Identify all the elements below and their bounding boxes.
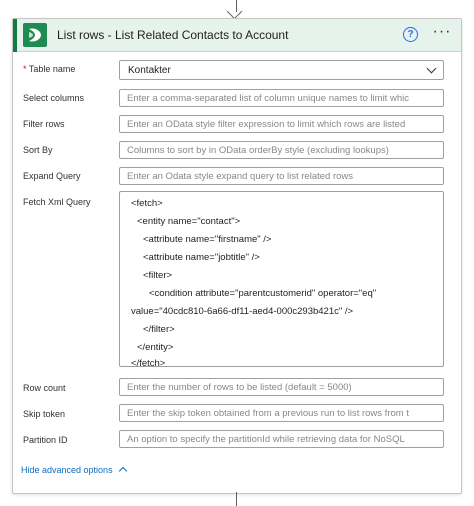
- table-name-label-text: Table name: [28, 64, 76, 74]
- row-count-label: Row count: [23, 383, 66, 393]
- expand-query-label: Expand Query: [23, 171, 81, 181]
- sort-by-label: Sort By: [23, 145, 53, 155]
- fetch-xml-line: <fetch>: [131, 198, 163, 209]
- chevron-down-icon: [426, 63, 437, 74]
- fetch-xml-line: <attribute name="jobtitle" />: [143, 252, 260, 263]
- hide-advanced-options-link[interactable]: Hide advanced options: [21, 465, 113, 475]
- table-name-value: Kontakter: [128, 65, 171, 76]
- dataverse-icon: [23, 23, 47, 47]
- more-options-icon[interactable]: ···: [431, 24, 453, 44]
- arrow-down-icon: [226, 3, 243, 20]
- help-icon[interactable]: ?: [403, 27, 418, 42]
- header-accent-bar: [13, 19, 17, 52]
- fetch-xml-line: <attribute name="firstname" />: [143, 234, 272, 245]
- partition-id-placeholder: An option to specify the partitionId whi…: [127, 434, 405, 445]
- select-columns-label: Select columns: [23, 93, 85, 103]
- expand-query-placeholder: Enter an Odata style expand query to lis…: [127, 171, 354, 182]
- table-name-label: * Table name: [23, 64, 75, 74]
- filter-rows-label: Filter rows: [23, 119, 65, 129]
- skip-token-input[interactable]: Enter the skip token obtained from a pre…: [119, 404, 444, 422]
- action-title: List rows - List Related Contacts to Acc…: [57, 28, 289, 42]
- fetch-xml-line: <condition attribute="parentcustomerid" …: [149, 288, 377, 299]
- row-count-input[interactable]: Enter the number of rows to be listed (d…: [119, 378, 444, 396]
- table-name-dropdown[interactable]: Kontakter: [119, 60, 444, 80]
- select-columns-placeholder: Enter a comma-separated list of column u…: [127, 93, 409, 104]
- flow-connector-bottom: [236, 492, 237, 506]
- action-header[interactable]: List rows - List Related Contacts to Acc…: [13, 19, 461, 52]
- row-count-placeholder: Enter the number of rows to be listed (d…: [127, 382, 352, 393]
- fetch-xml-line: </entity>: [137, 342, 174, 353]
- expand-query-input[interactable]: Enter an Odata style expand query to lis…: [119, 167, 444, 185]
- fetch-xml-line: </fetch>: [131, 358, 166, 369]
- sort-by-placeholder: Columns to sort by in OData orderBy styl…: [127, 145, 389, 156]
- action-card: List rows - List Related Contacts to Acc…: [12, 18, 462, 494]
- fetch-xml-label: Fetch Xml Query: [23, 197, 91, 207]
- fetch-xml-line: <entity name="contact">: [137, 216, 241, 227]
- chevron-up-icon[interactable]: [118, 466, 128, 476]
- skip-token-label: Skip token: [23, 409, 66, 419]
- required-marker: *: [23, 64, 27, 74]
- fetch-xml-textarea[interactable]: <fetch> <entity name="contact"> <attribu…: [119, 191, 444, 369]
- fetch-xml-line: <filter>: [143, 270, 173, 281]
- select-columns-input[interactable]: Enter a comma-separated list of column u…: [119, 89, 444, 107]
- sort-by-input[interactable]: Columns to sort by in OData orderBy styl…: [119, 141, 444, 159]
- skip-token-placeholder: Enter the skip token obtained from a pre…: [127, 408, 409, 419]
- filter-rows-input[interactable]: Enter an OData style filter expression t…: [119, 115, 444, 133]
- fetch-xml-line: </filter>: [143, 324, 175, 335]
- partition-id-input[interactable]: An option to specify the partitionId whi…: [119, 430, 444, 448]
- filter-rows-placeholder: Enter an OData style filter expression t…: [127, 119, 406, 130]
- partition-id-label: Partition ID: [23, 435, 68, 445]
- fetch-xml-line: value="40cdc810-6a66-df11-aed4-000c293b4…: [131, 306, 354, 317]
